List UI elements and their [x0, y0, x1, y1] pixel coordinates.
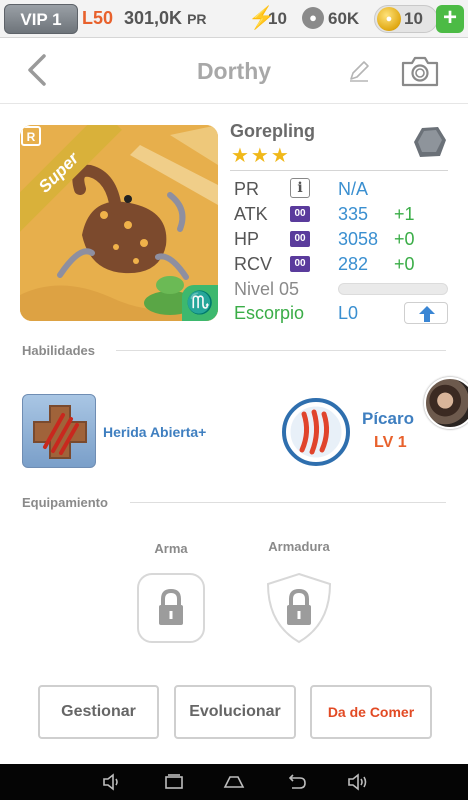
recent-apps-icon[interactable]: [162, 772, 186, 792]
zodiac-element-label: Escorpio: [234, 303, 305, 323]
arrow-up-icon: [419, 306, 435, 322]
camera-icon[interactable]: [400, 54, 440, 88]
stat-value-pr: N/A: [338, 179, 369, 199]
equipment-section-title: Equipamiento: [22, 495, 108, 510]
zodiac-element-level: L0: [338, 303, 359, 323]
upgrade-element-button[interactable]: [404, 302, 448, 324]
page-title: Dorthy: [196, 58, 272, 84]
stat-bonus-atk: +1: [394, 204, 415, 224]
stat-value-hp: 3058: [338, 229, 379, 249]
monster-detail-screen: VIP 1 L50 301,0K PR ⚡ 10 ● 60K ● 10 + Do…: [0, 0, 468, 800]
monster-species-name: Gorepling: [230, 121, 315, 141]
info-icon[interactable]: i: [290, 178, 310, 198]
stat-value-atk: 335: [338, 204, 369, 224]
volume-down-icon[interactable]: [100, 772, 124, 792]
stat-label-rcv: RCV: [234, 254, 273, 274]
monster-portrait[interactable]: Super R ♏: [20, 125, 218, 321]
feed-button[interactable]: Da de Comer: [310, 685, 432, 739]
claw-wound-icon: [33, 405, 87, 459]
player-pr-total: 301,0K PR: [124, 8, 207, 29]
xp-progress-bar: [338, 283, 448, 295]
star-rating: ★★★: [231, 145, 291, 167]
stat-value-rcv: 282: [338, 254, 369, 274]
volume-up-icon[interactable]: [346, 772, 370, 792]
active-skill-name[interactable]: Herida Abierta+: [103, 424, 206, 440]
trait-level: LV 1: [374, 434, 407, 451]
stats-divider: [230, 170, 448, 171]
atk-bonus-badge: 00: [290, 206, 310, 222]
add-gold-button[interactable]: +: [436, 5, 464, 33]
armor-slot-locked[interactable]: [264, 572, 334, 644]
page-header: Dorthy: [0, 38, 468, 104]
stat-label-hp: HP: [234, 229, 260, 249]
gold-value: 10: [404, 9, 423, 28]
hp-bonus-badge: 00: [290, 231, 310, 247]
user-avatar[interactable]: [424, 377, 468, 429]
stat-bonus-rcv: +0: [394, 254, 415, 274]
weapon-slot-locked[interactable]: [136, 572, 206, 644]
pr-suffix: PR: [187, 11, 207, 27]
skills-divider: [116, 350, 446, 351]
home-icon[interactable]: [222, 772, 246, 792]
rcv-bonus-badge: 00: [290, 256, 310, 272]
open-wound-skill-icon[interactable]: [22, 394, 96, 468]
energy-value: 10: [268, 9, 287, 28]
stat-label-pr: PR: [234, 179, 260, 199]
android-nav-bar: [0, 764, 468, 800]
evolve-button[interactable]: Evolucionar: [174, 685, 296, 739]
rarity-letter: R: [27, 130, 36, 144]
rogue-trait-icon[interactable]: [280, 396, 352, 468]
equipment-divider: [130, 502, 446, 503]
manage-button[interactable]: Gestionar: [38, 685, 159, 739]
vip-badge[interactable]: VIP 1: [4, 4, 78, 34]
level-label: Nivel 05: [234, 279, 300, 299]
pr-total-value: 301,0K: [124, 8, 183, 28]
pencil-icon[interactable]: [346, 58, 372, 84]
stone-element-icon[interactable]: [412, 124, 448, 160]
skills-section-title: Habilidades: [22, 343, 95, 358]
weapon-slot-label: Arma: [154, 541, 188, 556]
stat-label-atk: ATK: [234, 204, 268, 224]
trait-name: Pícaro: [362, 409, 414, 428]
back-nav-icon[interactable]: [284, 772, 308, 792]
scorpio-zodiac-icon: ♏: [182, 285, 218, 321]
gold-coin-icon: ●: [377, 7, 401, 31]
rarity-r-icon: R: [21, 126, 41, 146]
top-status-bar: VIP 1 L50 301,0K PR ⚡ 10 ● 60K ● 10 +: [0, 0, 468, 38]
armor-slot-label: Armadura: [268, 539, 330, 554]
paw-icon: ●: [302, 7, 324, 29]
player-level: L50: [82, 8, 114, 28]
paw-currency-value: 60K: [328, 9, 360, 28]
stat-bonus-hp: +0: [394, 229, 415, 249]
